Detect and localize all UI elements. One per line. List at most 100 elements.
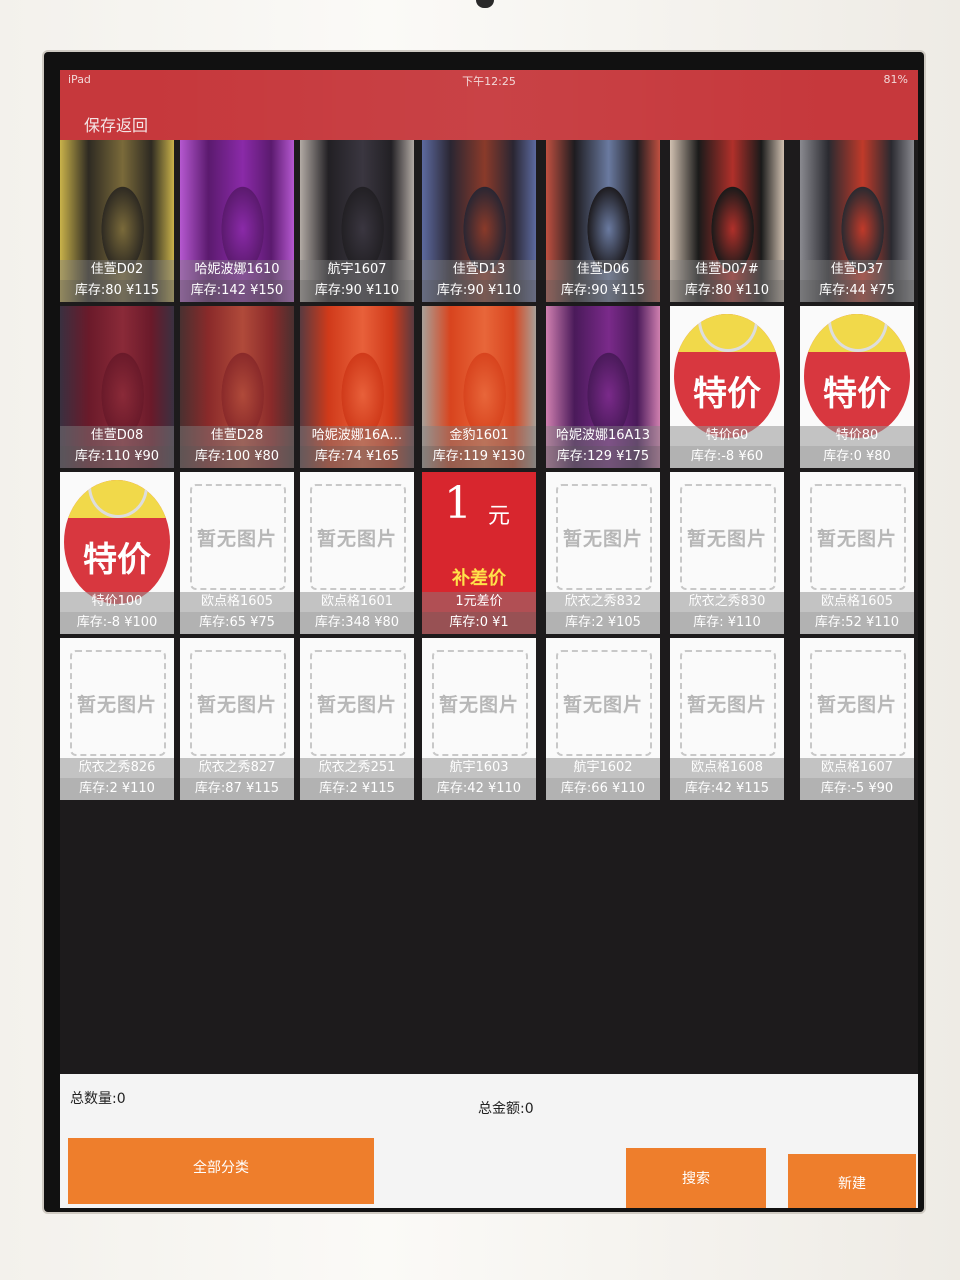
product-card[interactable]: 佳萱D02 库存:80 ¥115 <box>60 140 174 302</box>
product-name: 佳萱D02 <box>60 260 174 280</box>
product-card[interactable]: 佳萱D08 库存:110 ¥90 <box>60 306 174 468</box>
product-name: 欧点格1605 <box>180 592 294 612</box>
product-stock-price: 库存:110 ¥90 <box>60 446 174 468</box>
product-name: 欧点格1608 <box>670 758 784 778</box>
product-name: 佳萱D28 <box>180 426 294 446</box>
product-name: 欣衣之秀826 <box>60 758 174 778</box>
summary-bar: 总数量:0 总金额:0 全部分类 搜索 新建 <box>60 1074 918 1208</box>
product-stock-price: 库存:-8 ¥100 <box>60 612 174 634</box>
product-name: 特价80 <box>800 426 914 446</box>
product-stock-price: 库存:142 ¥150 <box>180 280 294 302</box>
product-name: 欧点格1607 <box>800 758 914 778</box>
product-name: 欣衣之秀832 <box>546 592 660 612</box>
nav-bar: 保存返回 <box>60 90 918 140</box>
product-card[interactable]: 暂无图片 航宇1602 库存:66 ¥110 <box>546 638 660 800</box>
product-stock-price: 库存:65 ¥75 <box>180 612 294 634</box>
sale-tag-text: 特价 <box>83 540 151 580</box>
product-card[interactable]: 航宇1607 库存:90 ¥110 <box>300 140 414 302</box>
product-stock-price: 库存:80 ¥115 <box>60 280 174 302</box>
product-stock-price: 库存: ¥110 <box>670 612 784 634</box>
save-back-button[interactable]: 保存返回 <box>84 112 148 136</box>
search-button[interactable]: 搜索 <box>626 1148 766 1208</box>
product-name: 欣衣之秀251 <box>300 758 414 778</box>
product-name: 哈妮波娜1610 <box>180 260 294 280</box>
product-name: 欣衣之秀827 <box>180 758 294 778</box>
product-name: 佳萱D13 <box>422 260 536 280</box>
product-name: 欧点格1601 <box>300 592 414 612</box>
product-card[interactable]: 佳萱D06 库存:90 ¥115 <box>546 140 660 302</box>
product-stock-price: 库存:119 ¥130 <box>422 446 536 468</box>
product-stock-price: 库存:42 ¥115 <box>670 778 784 800</box>
product-stock-price: 库存:44 ¥75 <box>800 280 914 302</box>
ipad-frame: iPad 下午12:25 81% 保存返回 佳萱D02 库存:80 ¥115 哈妮波… <box>0 0 960 1280</box>
new-button[interactable]: 新建 <box>788 1154 916 1208</box>
product-stock-price: 库存:2 ¥115 <box>300 778 414 800</box>
status-bar: iPad 下午12:25 81% <box>60 70 918 90</box>
product-card[interactable]: 特价特价80 库存:0 ¥80 <box>800 306 914 468</box>
product-stock-price: 库存:0 ¥80 <box>800 446 914 468</box>
product-name: 哈妮波娜16A… <box>300 426 414 446</box>
product-name: 1元差价 <box>422 592 536 612</box>
product-name: 佳萱D06 <box>546 260 660 280</box>
product-card[interactable]: 暂无图片 欧点格1608 库存:42 ¥115 <box>670 638 784 800</box>
product-stock-price: 库存:-8 ¥60 <box>670 446 784 468</box>
product-stock-price: 库存:90 ¥110 <box>422 280 536 302</box>
product-card[interactable]: 佳萱D28 库存:100 ¥80 <box>180 306 294 468</box>
product-name: 佳萱D37 <box>800 260 914 280</box>
product-name: 特价100 <box>60 592 174 612</box>
product-stock-price: 库存:100 ¥80 <box>180 446 294 468</box>
sale-tag-text: 特价 <box>823 374 891 414</box>
product-stock-price: 库存:66 ¥110 <box>546 778 660 800</box>
product-stock-price: 库存:348 ¥80 <box>300 612 414 634</box>
product-card[interactable]: 哈妮波娜16A… 库存:74 ¥165 <box>300 306 414 468</box>
battery-indicator: 81% <box>884 73 908 86</box>
product-card[interactable]: 佳萱D37 库存:44 ¥75 <box>800 140 914 302</box>
product-stock-price: 库存:87 ¥115 <box>180 778 294 800</box>
product-stock-price: 库存:80 ¥110 <box>670 280 784 302</box>
product-card[interactable]: 哈妮波娜16A13 库存:129 ¥175 <box>546 306 660 468</box>
status-time: 下午12:25 <box>462 75 516 88</box>
product-name: 佳萱D07# <box>670 260 784 280</box>
total-quantity: 总数量:0 <box>70 1091 126 1107</box>
product-stock-price: 库存:2 ¥105 <box>546 612 660 634</box>
product-name: 欧点格1605 <box>800 592 914 612</box>
product-card[interactable]: 特价特价60 库存:-8 ¥60 <box>670 306 784 468</box>
product-card[interactable]: 暂无图片 欣衣之秀251 库存:2 ¥115 <box>300 638 414 800</box>
app-screen: iPad 下午12:25 81% 保存返回 佳萱D02 库存:80 ¥115 哈妮波… <box>60 70 918 1208</box>
product-card[interactable]: 暂无图片 欣衣之秀830 库存: ¥110 <box>670 472 784 634</box>
product-grid: 佳萱D02 库存:80 ¥115 哈妮波娜1610 库存:142 ¥150 航宇1607… <box>60 140 918 810</box>
product-card[interactable]: 金豹1601 库存:119 ¥130 <box>422 306 536 468</box>
product-name: 航宇1603 <box>422 758 536 778</box>
product-card[interactable]: 暂无图片 欣衣之秀826 库存:2 ¥110 <box>60 638 174 800</box>
product-stock-price: 库存:52 ¥110 <box>800 612 914 634</box>
product-stock-price: 库存:129 ¥175 <box>546 446 660 468</box>
product-stock-price: 库存:90 ¥110 <box>300 280 414 302</box>
battery-percent: 81% <box>883 73 908 86</box>
product-card[interactable]: 特价特价100 库存:-8 ¥100 <box>60 472 174 634</box>
product-card[interactable]: 暂无图片 欧点格1605 库存:65 ¥75 <box>180 472 294 634</box>
product-stock-price: 库存:0 ¥1 <box>422 612 536 634</box>
product-card[interactable]: 暂无图片 欧点格1605 库存:52 ¥110 <box>800 472 914 634</box>
product-card[interactable]: 佳萱D13 库存:90 ¥110 <box>422 140 536 302</box>
product-stock-price: 库存:2 ¥110 <box>60 778 174 800</box>
product-card[interactable]: 暂无图片 欧点格1607 库存:-5 ¥90 <box>800 638 914 800</box>
product-card[interactable]: 暂无图片 航宇1603 库存:42 ¥110 <box>422 638 536 800</box>
product-stock-price: 库存:74 ¥165 <box>300 446 414 468</box>
product-card[interactable]: 暂无图片 欣衣之秀832 库存:2 ¥105 <box>546 472 660 634</box>
product-name: 佳萱D08 <box>60 426 174 446</box>
product-name: 特价60 <box>670 426 784 446</box>
product-card[interactable]: 暂无图片 欣衣之秀827 库存:87 ¥115 <box>180 638 294 800</box>
product-name: 欣衣之秀830 <box>670 592 784 612</box>
all-categories-button[interactable]: 全部分类 <box>68 1138 374 1204</box>
product-name: 航宇1607 <box>300 260 414 280</box>
product-card[interactable]: 暂无图片 欧点格1601 库存:348 ¥80 <box>300 472 414 634</box>
product-card[interactable]: 1 元补差价 1元差价 库存:0 ¥1 <box>422 472 536 634</box>
camera-icon <box>476 0 494 8</box>
product-stock-price: 库存:-5 ¥90 <box>800 778 914 800</box>
sale-tag-text: 特价 <box>693 374 761 414</box>
product-card[interactable]: 佳萱D07# 库存:80 ¥110 <box>670 140 784 302</box>
product-name: 金豹1601 <box>422 426 536 446</box>
product-stock-price: 库存:42 ¥110 <box>422 778 536 800</box>
product-card[interactable]: 哈妮波娜1610 库存:142 ¥150 <box>180 140 294 302</box>
product-name: 航宇1602 <box>546 758 660 778</box>
